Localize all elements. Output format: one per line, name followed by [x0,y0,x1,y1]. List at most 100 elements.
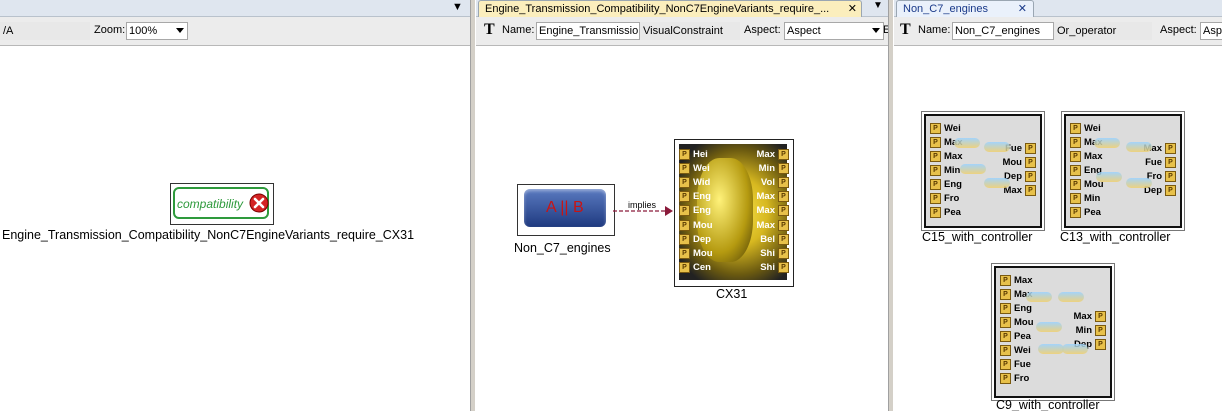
port-icon: P [1165,157,1176,168]
right-toolbar: T Name: Non_C7_engines Or_operator Aspec… [894,17,1222,46]
port-right[interactable]: Fue P [1145,156,1176,169]
port-left[interactable]: P Dep [679,233,711,246]
port-left[interactable]: P Pea [1070,206,1101,219]
port-label: Pea [1014,331,1031,342]
port-right[interactable]: Min P [1076,324,1106,337]
port-icon: P [778,233,789,245]
port-left[interactable]: PMax [1070,150,1102,163]
port-left[interactable]: P Fue [1000,358,1031,371]
port-left[interactable]: P Pea [1000,330,1031,343]
port-left[interactable]: P Mou [679,247,713,260]
text-tool-icon[interactable]: T [484,21,495,39]
compatibility-constraint[interactable]: compatibility [170,183,274,225]
port-icon: P [778,261,789,273]
port-left[interactable]: P Wei [679,162,710,175]
tab-engine-transmission-compatibility[interactable]: Engine_Transmission_Compatibility_NonC7E… [478,0,862,17]
aspect-select[interactable]: Asp [1200,22,1222,40]
tab-menu-icon[interactable]: ▼ [873,0,883,11]
port-right[interactable]: Max P [757,190,789,203]
kind-field-value: Or_operator [1057,25,1117,37]
port-left[interactable]: P Mou [679,219,713,232]
middle-toolbar: T Name: Engine_Transmission VisualConstr… [476,17,888,46]
port-label: Max [944,151,963,162]
port-left[interactable]: P Wei [1000,344,1031,357]
port-icon: P [679,233,690,245]
port-label: Vol [760,177,775,189]
aspect-select[interactable]: Aspect [784,22,884,40]
c9-model[interactable]: P Max P Max P Eng P Mou P Pea P Wei P Fue P Fro Max P Min… [991,263,1115,401]
cx31-model[interactable]: P Hei P Wei P Wid P Eng P Eng P Mou P Dep P Mou P Cen Max… [674,139,794,287]
port-left[interactable]: PMax [930,150,962,163]
port-icon: P [1070,123,1081,134]
port-left[interactable]: P Hei [679,148,708,161]
port-label: Min [944,165,961,176]
port-left[interactable]: P Wid [679,176,710,189]
zoom-select-value: 100% [129,25,158,37]
port-left[interactable]: PMax [1000,274,1032,287]
aspect-select-value: Asp [1203,25,1222,37]
port-icon: P [1000,359,1011,370]
port-label: Mou [693,247,713,259]
port-label: Bel [760,233,775,245]
port-left[interactable]: P Pea [930,206,961,219]
or-operator-caption: Non_C7_engines [514,241,611,255]
c15-model[interactable]: PWeiPMaxPMaxPMinPEngPFroPPea FuePMouPDep… [921,111,1045,231]
port-label: Dep [693,233,711,245]
name-field[interactable]: Engine_Transmission [536,22,640,40]
port-icon: P [1095,311,1106,322]
tab-list-dropdown-icon[interactable]: ▼ [452,1,463,13]
port-icon: P [1025,143,1036,154]
port-left[interactable]: P Wei [1070,122,1101,135]
port-right[interactable]: Shi P [760,247,789,260]
zoom-select[interactable]: 100% [126,22,188,40]
port-icon: P [1095,325,1106,336]
port-right[interactable]: Shi P [760,261,789,274]
port-left[interactable]: P Eng [679,190,711,203]
tab-title: Non_C7_engines [903,3,989,15]
port-label: Cen [693,261,711,273]
port-left[interactable]: P Mou [1000,316,1034,329]
port-right[interactable]: Max P [757,204,789,217]
chevron-down-icon [872,28,880,33]
cloud-icon [1094,138,1120,148]
kind-field: Or_operator [1054,22,1152,40]
aspect-select-value: Aspect [787,25,821,37]
name-field[interactable]: Non_C7_engines [952,22,1054,40]
kind-field-value: VisualConstraint [643,25,723,37]
or-operator-block[interactable]: A || B [517,184,615,236]
cx31-caption: CX31 [716,287,748,301]
aspect-field[interactable]: /A [0,22,90,40]
port-icon: P [778,177,789,189]
close-icon[interactable]: ✕ [1018,1,1027,17]
close-icon[interactable]: ✕ [848,1,857,17]
port-left[interactable]: P Eng [930,178,962,191]
c13-model[interactable]: PWeiPMaxPMaxPEngPMouPMinPPea MaxPFuePFro… [1061,111,1185,231]
text-tool-icon[interactable]: T [900,21,911,39]
port-left[interactable]: P Fro [1000,372,1029,385]
port-left[interactable]: P Min [930,164,960,177]
port-icon: P [1025,171,1036,182]
port-left[interactable]: P Fro [930,192,959,205]
port-left[interactable]: P Eng [679,204,711,217]
tab-non-c7-engines[interactable]: Non_C7_engines ✕ [896,0,1034,17]
port-icon: P [1000,275,1011,286]
port-left[interactable]: P Eng [1000,302,1032,315]
port-label: Eng [1014,303,1032,314]
port-right[interactable]: Max P [1074,310,1106,323]
port-right[interactable]: Max P [757,148,789,161]
port-right[interactable]: Max P [757,219,789,232]
port-right[interactable]: Bel P [760,233,789,246]
port-icon: P [1000,317,1011,328]
port-icon: P [1070,179,1081,190]
port-left[interactable]: P Cen [679,261,711,274]
port-left[interactable]: P Wei [930,122,961,135]
port-label: Wid [693,177,711,189]
port-label: Mou [693,219,713,231]
port-right[interactable]: Mou P [1002,156,1036,169]
port-icon: P [930,207,941,218]
name-label: Name: [502,24,535,36]
port-icon: P [778,163,789,175]
port-right[interactable]: Vol P [761,176,789,189]
port-right[interactable]: Min P [759,162,789,175]
port-left[interactable]: P Min [1070,192,1100,205]
